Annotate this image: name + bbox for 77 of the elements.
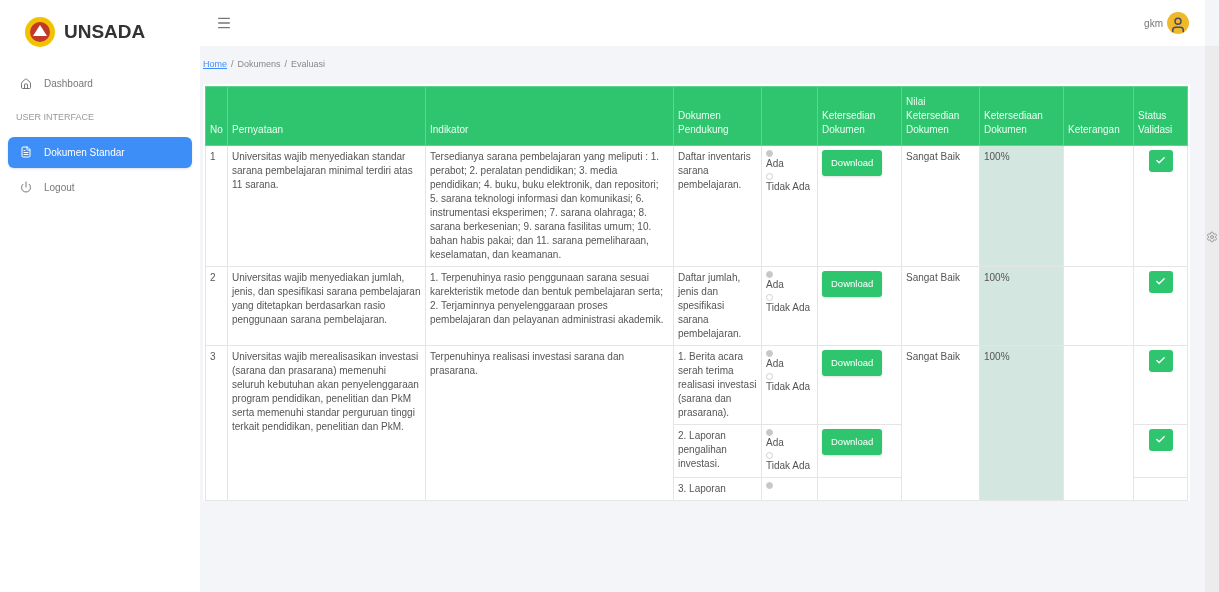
radio-label: Ada (766, 277, 784, 292)
brand-name: UNSADA (64, 19, 146, 44)
check-badge[interactable] (1148, 270, 1173, 293)
column-header: Dokumen Pendukung (673, 86, 762, 145)
table-cell: Sangat Baik (901, 345, 980, 500)
table-cell: 100% (979, 145, 1064, 266)
section-label: USER INTERFACE (15, 111, 95, 124)
power-icon (20, 181, 32, 193)
column-header: Pernyataan (227, 86, 426, 145)
radio-button[interactable] (766, 372, 773, 380)
table-cell: Terpenuhinya realisasi investasi sarana dan prasarana. (425, 345, 674, 500)
column-header: Status Validasi (1133, 86, 1188, 145)
check-icon (1155, 355, 1166, 366)
table-cell: Sangat Baik (901, 145, 980, 266)
radio-label: Tidak Ada (766, 300, 811, 315)
logo-icon (24, 16, 56, 48)
download-button[interactable]: Download (822, 349, 883, 376)
download-button[interactable]: Download (822, 270, 883, 297)
column-header: Nilai Ketersedian Dokumen (901, 86, 980, 145)
table-cell: Sangat Baik (901, 266, 980, 345)
check-badge[interactable] (1148, 349, 1173, 372)
radio-label: Ada (766, 435, 784, 450)
radio-label: Tidak Ada (766, 379, 811, 394)
check-icon (1155, 276, 1166, 287)
radio-label: Tidak Ada (766, 179, 811, 194)
column-header: Ketersediaan Dokumen (979, 86, 1064, 145)
nav-item[interactable]: Logout (8, 171, 192, 203)
radio-label: Ada (766, 156, 784, 171)
column-header: Ketersedian Dokumen (817, 86, 902, 145)
table-cell: 2. Laporan pengalihan investasi. (673, 424, 762, 477)
check-badge[interactable] (1148, 428, 1173, 451)
breadcrumb-separator: / (231, 58, 234, 71)
table-cell: Tersedianya sarana pembelajaran yang meliputi : 1. perabot; 2. peralatan pendidikan; 3. media pendidikan; 4. buku, buku elektronik, dan repositori; 5. sarana teknologi informasi dan komunikasi; 6. instrumentasi eksperimen; 7. sarana olahraga; 8. sarana berkesenian; 9. sarana fasilitas umum; 10. bahan habis pakai; dan 11. sarana pemeliharaan, keselamatan, dan keamanan. (425, 145, 674, 266)
settings-icon[interactable] (1206, 231, 1218, 243)
radio-button[interactable] (766, 428, 773, 436)
radio-button[interactable] (766, 349, 773, 357)
radio-button[interactable] (766, 481, 773, 489)
radio-button[interactable] (766, 293, 773, 301)
radio-button[interactable] (766, 172, 773, 180)
breadcrumb-text: Dokumens (237, 58, 281, 71)
radio-label: Ada (766, 356, 784, 371)
table-cell: Universitas wajib merealisasikan investasi (sarana dan prasarana) memenuhi seluruh kebutuhan akan penyelenggaraan program pendidikan, penelitian dan PkM serta memenuhi standar perguruan tinggi terkait pendidikan, penelitian dan PkM. (227, 345, 426, 500)
radio-button[interactable] (766, 270, 773, 278)
user-name: gkm (1144, 16, 1163, 31)
table-cell: 1. Berita acara serah terima realisasi investasi (sarana dan prasarana). (673, 345, 762, 424)
column-header (761, 86, 818, 145)
column-header: No (205, 86, 228, 145)
column-header: Indikator (425, 86, 674, 145)
radio-button[interactable] (766, 451, 773, 459)
table-cell: Daftar inventaris sarana pembelajaran. (673, 145, 762, 266)
breadcrumb-link[interactable]: Home (203, 58, 227, 72)
check-icon (1155, 155, 1166, 166)
menu-icon[interactable] (216, 15, 232, 31)
breadcrumb-text: Evaluasi (291, 58, 326, 71)
document-icon (20, 146, 32, 158)
check-icon (1155, 434, 1166, 445)
home-icon (20, 77, 32, 90)
table-cell: 100% (979, 345, 1064, 500)
table-cell: 100% (979, 266, 1064, 345)
download-button[interactable]: Download (822, 428, 883, 455)
download-button[interactable]: Download (822, 149, 883, 176)
table-cell: 2 (205, 266, 228, 345)
table-cell: 3 (205, 345, 228, 500)
table-cell: 1 (205, 145, 228, 266)
table-cell: 3. Laporan (673, 477, 762, 500)
radio-button[interactable] (766, 149, 773, 157)
check-badge[interactable] (1148, 149, 1173, 172)
avatar-icon[interactable] (1167, 12, 1189, 34)
nav-item[interactable]: Dashboard (8, 68, 192, 99)
breadcrumb-separator: / (284, 58, 288, 71)
table-cell: Universitas wajib menyediakan standar sarana pembelajaran minimal terdiri atas 11 sarana. (227, 145, 426, 266)
radio-label: Tidak Ada (766, 458, 811, 473)
table-cell: 1. Terpenuhinya rasio penggunaan sarana sesuai karekteristik metode dan bentuk pembelajaran serta; 2. Terjaminnya penyelenggaraan proses pembelajaran dan pelayanan administrasi akademik. (425, 266, 674, 345)
table-cell: Universitas wajib menyediakan jumlah, jenis, dan spesifikasi sarana pembelajaran yang ditetapkan berdasarkan rasio penggunaan sarana pembelajaran. (227, 266, 426, 345)
table-cell: Daftar jumlah, jenis dan spesifikasi sarana pembelajaran. (673, 266, 762, 345)
column-header: Keterangan (1063, 86, 1134, 145)
nav-item[interactable]: Dokumen Standar (8, 136, 192, 168)
